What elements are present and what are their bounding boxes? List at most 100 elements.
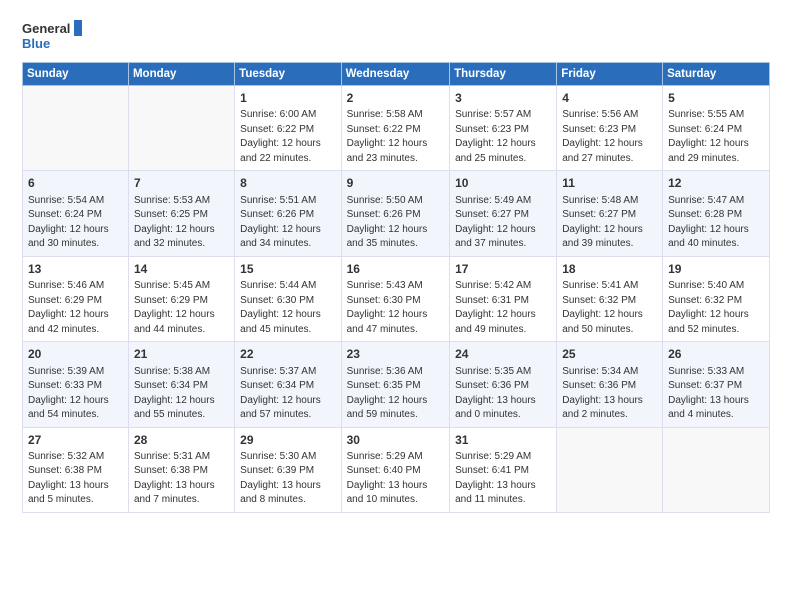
day-detail: Sunrise: 5:57 AM Sunset: 6:23 PM Dayligh… xyxy=(455,108,551,166)
svg-text:General: General xyxy=(22,21,70,36)
day-of-week-header: Tuesday xyxy=(235,63,341,86)
calendar-cell: 17Sunrise: 5:42 AM Sunset: 6:31 PM Dayli… xyxy=(450,256,557,341)
calendar-cell xyxy=(128,86,234,171)
calendar-cell xyxy=(557,427,663,512)
calendar-cell: 3Sunrise: 5:57 AM Sunset: 6:23 PM Daylig… xyxy=(450,86,557,171)
day-number: 10 xyxy=(455,175,551,192)
calendar-cell: 26 Sunrise: 5:33 AM Sunset: 6:37 PM Dayli… xyxy=(663,342,770,427)
calendar-cell: 6 Sunrise: 5:54 AM Sunset: 6:24 PM Daylig… xyxy=(23,171,129,256)
day-of-week-header: Saturday xyxy=(663,63,770,86)
day-detail: Sunrise: 5:42 AM Sunset: 6:31 PM Dayligh… xyxy=(455,279,551,337)
logo: General Blue xyxy=(22,18,82,54)
calendar-table: SundayMondayTuesdayWednesdayThursdayFrid… xyxy=(22,62,770,513)
calendar-week-row: 6 Sunrise: 5:54 AM Sunset: 6:24 PM Daylig… xyxy=(23,171,770,256)
svg-text:Blue: Blue xyxy=(22,36,50,51)
calendar-cell: 1Sunrise: 6:00 AM Sunset: 6:22 PM Daylig… xyxy=(235,86,341,171)
calendar-cell: 20Sunrise: 5:39 AM Sunset: 6:33 PM Dayli… xyxy=(23,342,129,427)
calendar-cell: 21 Sunrise: 5:38 AM Sunset: 6:34 PM Dayli… xyxy=(128,342,234,427)
calendar-cell: 23 Sunrise: 5:36 AM Sunset: 6:35 PM Dayli… xyxy=(341,342,449,427)
day-detail: Sunrise: 5:40 AM Sunset: 6:32 PM Dayligh… xyxy=(668,279,764,337)
day-detail: Sunrise: 5:31 AM Sunset: 6:38 PM Dayligh… xyxy=(134,450,229,508)
day-number: 19 xyxy=(668,261,764,278)
day-detail: Sunrise: 5:36 AM Sunset: 6:35 PM Dayligh… xyxy=(347,365,444,423)
day-detail: Sunrise: 5:55 AM Sunset: 6:24 PM Dayligh… xyxy=(668,108,764,166)
day-number: 5 xyxy=(668,90,764,107)
calendar-cell: 7Sunrise: 5:53 AM Sunset: 6:25 PM Daylig… xyxy=(128,171,234,256)
day-number: 2 xyxy=(347,90,444,107)
day-number: 13 xyxy=(28,261,123,278)
day-detail: Sunrise: 5:34 AM Sunset: 6:36 PM Dayligh… xyxy=(562,365,657,423)
day-detail: Sunrise: 5:50 AM Sunset: 6:26 PM Dayligh… xyxy=(347,194,444,252)
calendar-week-row: 1Sunrise: 6:00 AM Sunset: 6:22 PM Daylig… xyxy=(23,86,770,171)
day-detail: Sunrise: 5:46 AM Sunset: 6:29 PM Dayligh… xyxy=(28,279,123,337)
calendar-cell: 12 Sunrise: 5:47 AM Sunset: 6:28 PM Dayli… xyxy=(663,171,770,256)
day-of-week-header: Monday xyxy=(128,63,234,86)
day-of-week-header: Friday xyxy=(557,63,663,86)
day-number: 27 xyxy=(28,432,123,449)
calendar-cell: 19Sunrise: 5:40 AM Sunset: 6:32 PM Dayli… xyxy=(663,256,770,341)
day-number: 30 xyxy=(347,432,444,449)
page: General Blue SundayMondayTuesdayWednesda… xyxy=(0,0,792,612)
header: General Blue xyxy=(22,18,770,54)
day-number: 11 xyxy=(562,175,657,192)
day-number: 24 xyxy=(455,346,551,363)
day-number: 8 xyxy=(240,175,335,192)
calendar-cell: 30Sunrise: 5:29 AM Sunset: 6:40 PM Dayli… xyxy=(341,427,449,512)
day-number: 7 xyxy=(134,175,229,192)
calendar-cell: 16Sunrise: 5:43 AM Sunset: 6:30 PM Dayli… xyxy=(341,256,449,341)
day-number: 16 xyxy=(347,261,444,278)
day-detail: Sunrise: 5:32 AM Sunset: 6:38 PM Dayligh… xyxy=(28,450,123,508)
day-number: 15 xyxy=(240,261,335,278)
calendar-header-row: SundayMondayTuesdayWednesdayThursdayFrid… xyxy=(23,63,770,86)
day-detail: Sunrise: 5:43 AM Sunset: 6:30 PM Dayligh… xyxy=(347,279,444,337)
day-detail: Sunrise: 5:35 AM Sunset: 6:36 PM Dayligh… xyxy=(455,365,551,423)
day-number: 23 xyxy=(347,346,444,363)
calendar-cell: 8Sunrise: 5:51 AM Sunset: 6:26 PM Daylig… xyxy=(235,171,341,256)
calendar-cell: 25Sunrise: 5:34 AM Sunset: 6:36 PM Dayli… xyxy=(557,342,663,427)
calendar-cell: 14Sunrise: 5:45 AM Sunset: 6:29 PM Dayli… xyxy=(128,256,234,341)
calendar-cell: 10 Sunrise: 5:49 AM Sunset: 6:27 PM Dayli… xyxy=(450,171,557,256)
calendar-week-row: 13Sunrise: 5:46 AM Sunset: 6:29 PM Dayli… xyxy=(23,256,770,341)
day-detail: Sunrise: 5:49 AM Sunset: 6:27 PM Dayligh… xyxy=(455,194,551,252)
day-number: 20 xyxy=(28,346,123,363)
calendar-cell: 5Sunrise: 5:55 AM Sunset: 6:24 PM Daylig… xyxy=(663,86,770,171)
day-number: 18 xyxy=(562,261,657,278)
day-detail: Sunrise: 5:45 AM Sunset: 6:29 PM Dayligh… xyxy=(134,279,229,337)
day-detail: Sunrise: 5:37 AM Sunset: 6:34 PM Dayligh… xyxy=(240,365,335,423)
calendar-cell: 4Sunrise: 5:56 AM Sunset: 6:23 PM Daylig… xyxy=(557,86,663,171)
day-number: 9 xyxy=(347,175,444,192)
day-detail: Sunrise: 5:29 AM Sunset: 6:41 PM Dayligh… xyxy=(455,450,551,508)
calendar-week-row: 27Sunrise: 5:32 AM Sunset: 6:38 PM Dayli… xyxy=(23,427,770,512)
day-number: 28 xyxy=(134,432,229,449)
day-detail: Sunrise: 6:00 AM Sunset: 6:22 PM Dayligh… xyxy=(240,108,335,166)
day-of-week-header: Sunday xyxy=(23,63,129,86)
day-number: 21 xyxy=(134,346,229,363)
day-of-week-header: Wednesday xyxy=(341,63,449,86)
day-number: 29 xyxy=(240,432,335,449)
day-number: 1 xyxy=(240,90,335,107)
calendar-cell: 22 Sunrise: 5:37 AM Sunset: 6:34 PM Dayli… xyxy=(235,342,341,427)
day-detail: Sunrise: 5:47 AM Sunset: 6:28 PM Dayligh… xyxy=(668,194,764,252)
day-detail: Sunrise: 5:29 AM Sunset: 6:40 PM Dayligh… xyxy=(347,450,444,508)
calendar-cell: 13Sunrise: 5:46 AM Sunset: 6:29 PM Dayli… xyxy=(23,256,129,341)
day-detail: Sunrise: 5:58 AM Sunset: 6:22 PM Dayligh… xyxy=(347,108,444,166)
calendar-cell: 15Sunrise: 5:44 AM Sunset: 6:30 PM Dayli… xyxy=(235,256,341,341)
calendar-cell: 24 Sunrise: 5:35 AM Sunset: 6:36 PM Dayli… xyxy=(450,342,557,427)
day-number: 12 xyxy=(668,175,764,192)
calendar-cell: 18Sunrise: 5:41 AM Sunset: 6:32 PM Dayli… xyxy=(557,256,663,341)
day-number: 26 xyxy=(668,346,764,363)
day-detail: Sunrise: 5:38 AM Sunset: 6:34 PM Dayligh… xyxy=(134,365,229,423)
calendar-week-row: 20Sunrise: 5:39 AM Sunset: 6:33 PM Dayli… xyxy=(23,342,770,427)
day-number: 4 xyxy=(562,90,657,107)
day-detail: Sunrise: 5:44 AM Sunset: 6:30 PM Dayligh… xyxy=(240,279,335,337)
day-detail: Sunrise: 5:33 AM Sunset: 6:37 PM Dayligh… xyxy=(668,365,764,423)
day-number: 22 xyxy=(240,346,335,363)
day-number: 6 xyxy=(28,175,123,192)
calendar-cell: 29Sunrise: 5:30 AM Sunset: 6:39 PM Dayli… xyxy=(235,427,341,512)
day-detail: Sunrise: 5:41 AM Sunset: 6:32 PM Dayligh… xyxy=(562,279,657,337)
day-of-week-header: Thursday xyxy=(450,63,557,86)
calendar-cell: 2Sunrise: 5:58 AM Sunset: 6:22 PM Daylig… xyxy=(341,86,449,171)
day-number: 31 xyxy=(455,432,551,449)
day-detail: Sunrise: 5:54 AM Sunset: 6:24 PM Dayligh… xyxy=(28,194,123,252)
calendar-cell: 9 Sunrise: 5:50 AM Sunset: 6:26 PM Daylig… xyxy=(341,171,449,256)
